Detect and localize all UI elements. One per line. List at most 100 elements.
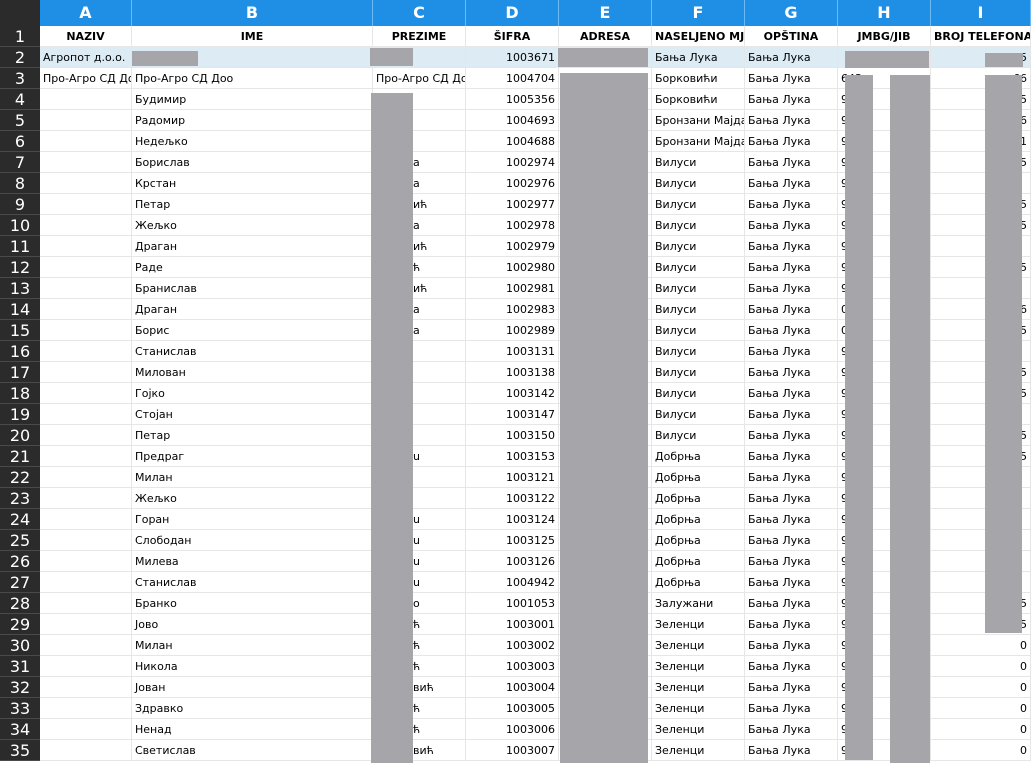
table-cell[interactable]: Залужани [652, 593, 745, 614]
column-header-h[interactable]: H [838, 0, 931, 26]
table-cell[interactable] [40, 173, 132, 194]
table-cell[interactable] [40, 341, 132, 362]
table-cell[interactable]: Зеленци [652, 614, 745, 635]
table-cell[interactable]: 1003002 [466, 635, 559, 656]
row-header-8[interactable]: 8 [0, 173, 40, 194]
table-cell[interactable] [40, 530, 132, 551]
table-cell[interactable]: Бања Лука [745, 572, 838, 593]
table-cell[interactable]: Вилуси [652, 299, 745, 320]
field-header[interactable]: BROJ TELEFONA [931, 26, 1031, 47]
table-cell[interactable]: Радомир [132, 110, 373, 131]
column-header-i[interactable]: I [931, 0, 1031, 26]
row-header-22[interactable]: 22 [0, 467, 40, 488]
table-cell[interactable]: Драган [132, 299, 373, 320]
row-header-21[interactable]: 21 [0, 446, 40, 467]
table-cell[interactable]: Милован [132, 362, 373, 383]
table-cell[interactable]: Милева [132, 551, 373, 572]
table-cell[interactable]: 1004942 [466, 572, 559, 593]
row-header-9[interactable]: 9 [0, 194, 40, 215]
table-cell[interactable]: Бања Лука [745, 467, 838, 488]
table-cell[interactable] [40, 656, 132, 677]
table-cell[interactable]: Милан [132, 635, 373, 656]
table-cell[interactable]: Никола [132, 656, 373, 677]
table-cell[interactable]: 1003125 [466, 530, 559, 551]
table-cell[interactable]: 1003124 [466, 509, 559, 530]
column-header-c[interactable]: C [373, 0, 466, 26]
row-header-33[interactable]: 33 [0, 698, 40, 719]
column-header-g[interactable]: G [745, 0, 838, 26]
table-cell[interactable]: Бања Лука [745, 362, 838, 383]
row-header-11[interactable]: 11 [0, 236, 40, 257]
table-cell[interactable] [40, 677, 132, 698]
table-cell[interactable]: 1003004 [466, 677, 559, 698]
table-cell[interactable]: 1003006 [466, 719, 559, 740]
table-cell[interactable]: Бања Лука [745, 68, 838, 89]
table-cell[interactable]: Светислав [132, 740, 373, 761]
table-cell[interactable]: Петар [132, 425, 373, 446]
table-cell[interactable]: Недељко [132, 131, 373, 152]
table-cell[interactable]: Бања Лука [745, 509, 838, 530]
table-cell[interactable]: Бранислав [132, 278, 373, 299]
row-header-35[interactable]: 35 [0, 740, 40, 761]
row-header-4[interactable]: 4 [0, 89, 40, 110]
table-cell[interactable]: Драган [132, 236, 373, 257]
table-cell[interactable]: 1003671 [466, 47, 559, 68]
table-cell[interactable] [40, 572, 132, 593]
table-cell[interactable]: 1002989 [466, 320, 559, 341]
table-cell[interactable]: Вилуси [652, 320, 745, 341]
table-cell[interactable]: Зеленци [652, 698, 745, 719]
table-cell[interactable]: 0 [931, 698, 1031, 719]
row-header-32[interactable]: 32 [0, 677, 40, 698]
column-header-d[interactable]: D [466, 0, 559, 26]
table-cell[interactable] [40, 383, 132, 404]
field-header[interactable]: OPŠTINA [745, 26, 838, 47]
table-cell[interactable]: Зеленци [652, 656, 745, 677]
table-cell[interactable]: Зеленци [652, 719, 745, 740]
row-header-28[interactable]: 28 [0, 593, 40, 614]
column-header-b[interactable]: B [132, 0, 373, 26]
table-cell[interactable]: 1003142 [466, 383, 559, 404]
table-cell[interactable]: Бања Лука [745, 215, 838, 236]
table-cell[interactable]: Вилуси [652, 425, 745, 446]
row-header-24[interactable]: 24 [0, 509, 40, 530]
table-cell[interactable]: Предраг [132, 446, 373, 467]
table-cell[interactable]: Јован [132, 677, 373, 698]
table-cell[interactable]: Бања Лука [745, 152, 838, 173]
table-cell[interactable] [40, 110, 132, 131]
row-header-19[interactable]: 19 [0, 404, 40, 425]
table-cell[interactable]: 1004688 [466, 131, 559, 152]
table-cell[interactable] [40, 257, 132, 278]
table-cell[interactable]: 1003001 [466, 614, 559, 635]
table-cell[interactable]: Бања Лука [745, 47, 838, 68]
row-header-23[interactable]: 23 [0, 488, 40, 509]
table-cell[interactable] [40, 614, 132, 635]
table-cell[interactable]: Бања Лука [745, 320, 838, 341]
table-cell[interactable]: Бања Лука [745, 488, 838, 509]
table-cell[interactable] [40, 719, 132, 740]
table-cell[interactable]: Гојко [132, 383, 373, 404]
table-cell[interactable]: Вилуси [652, 383, 745, 404]
table-cell[interactable]: Бања Лука [745, 719, 838, 740]
table-cell[interactable]: Бања Лука [745, 173, 838, 194]
row-header-13[interactable]: 13 [0, 278, 40, 299]
table-cell[interactable]: Вилуси [652, 341, 745, 362]
table-cell[interactable] [40, 194, 132, 215]
table-cell[interactable]: Жељко [132, 215, 373, 236]
table-cell[interactable]: 1003121 [466, 467, 559, 488]
table-cell[interactable]: 0 [931, 719, 1031, 740]
table-cell[interactable]: Бања Лука [745, 593, 838, 614]
table-cell[interactable]: 1004704 [466, 68, 559, 89]
table-cell[interactable]: Крстан [132, 173, 373, 194]
row-header-25[interactable]: 25 [0, 530, 40, 551]
table-cell[interactable]: Зеленци [652, 635, 745, 656]
table-cell[interactable]: Борислав [132, 152, 373, 173]
table-cell[interactable] [40, 89, 132, 110]
table-cell[interactable]: Милан [132, 467, 373, 488]
table-cell[interactable]: Вилуси [652, 257, 745, 278]
field-header[interactable]: NASELJENO MJESTO [652, 26, 745, 47]
table-cell[interactable]: 1003005 [466, 698, 559, 719]
row-header-10[interactable]: 10 [0, 215, 40, 236]
table-cell[interactable]: 1001053 [466, 593, 559, 614]
table-cell[interactable] [40, 299, 132, 320]
table-cell[interactable]: 1002981 [466, 278, 559, 299]
